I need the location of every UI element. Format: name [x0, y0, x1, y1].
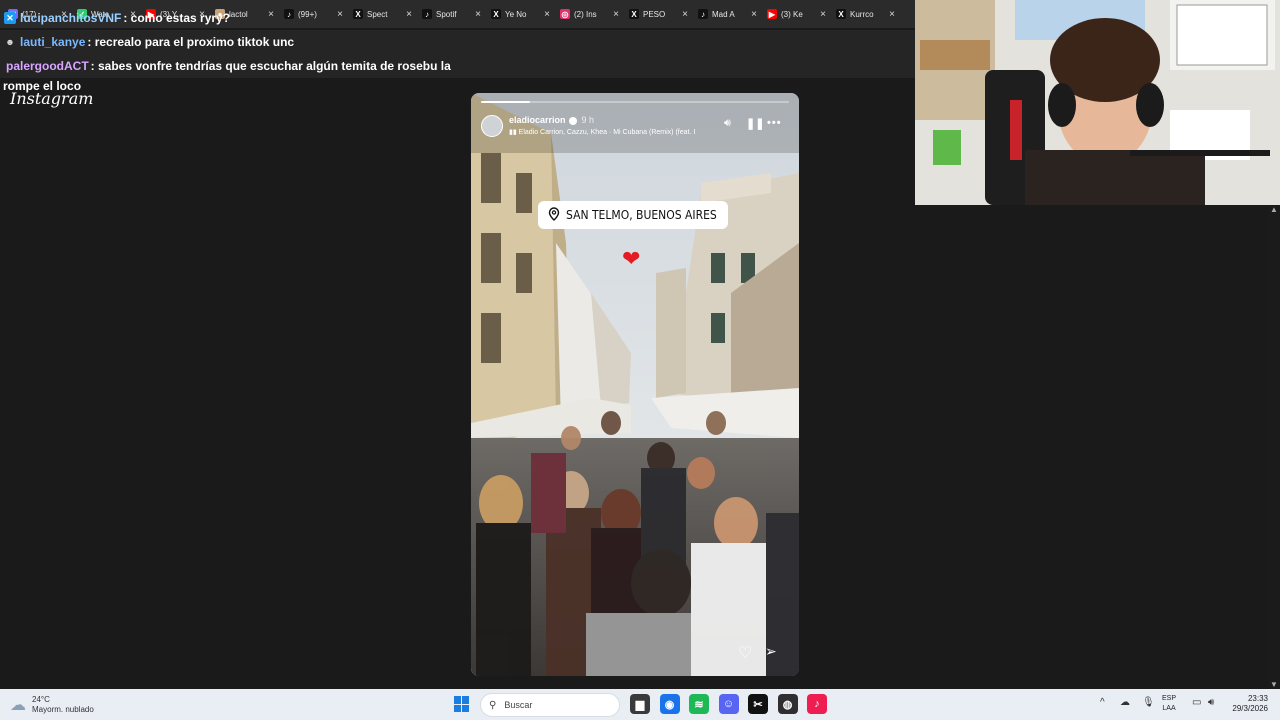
chat-username: palergoodACT [6, 59, 89, 73]
chrome-icon[interactable]: ◉ [659, 694, 680, 714]
story-song-text: Eladio Carrion, Cazzu, Khea · Mi Cubana … [518, 129, 696, 136]
avatar[interactable] [481, 115, 503, 137]
verified-icon [568, 116, 577, 125]
taskbar-search[interactable]: ⚲ Buscar [480, 693, 620, 717]
instagram-logo[interactable]: Instagram [10, 89, 93, 108]
microphone-icon[interactable]: 🎙︎ [1142, 697, 1155, 708]
chat-message: palergoodACT : sabes vonfre tendrías que… [0, 54, 915, 78]
clock-time: 23:33 [1247, 694, 1268, 703]
cloud-off-icon[interactable]: ☁ [1120, 697, 1130, 708]
weather-desc: Mayorm. nublado [32, 705, 94, 714]
instagram-story[interactable]: eladiocarrion 9 h ▮▮ Eladio Carrion, Cazz… [471, 93, 799, 676]
heart-sticker-icon: ❤ [622, 246, 641, 271]
send-icon[interactable]: ➢ [765, 643, 777, 660]
twitter-icon: ✕ [4, 12, 16, 24]
discord-icon[interactable]: ☺ [718, 694, 739, 714]
chat-text: : recrealo para el proximo tiktok unc [87, 35, 295, 49]
chat-message: ☻ lauti_kanye : recrealo para el proximo… [0, 30, 915, 54]
clock[interactable]: 23:33 29/3/2026 [1222, 694, 1268, 714]
clock-date: 29/3/2026 [1232, 704, 1268, 713]
chat-username: lauti_kanye [20, 35, 86, 49]
weather-widget[interactable]: ☁ 24°C Mayorm. nublado [10, 693, 94, 717]
scroll-up-icon[interactable]: ▲ [1270, 205, 1278, 214]
story-time: 9 h [581, 115, 595, 125]
search-placeholder: Buscar [504, 700, 533, 710]
story-progress-fill [481, 101, 531, 103]
obs-icon[interactable]: ◍ [777, 694, 798, 714]
story-progress-bar [481, 101, 789, 103]
story-header: eladiocarrion 9 h ▮▮ Eladio Carrion, Cazz… [481, 113, 789, 143]
story-username[interactable]: eladiocarrion [509, 115, 566, 125]
chat-text: : sabes vonfre tendrías que escuchar alg… [90, 59, 451, 73]
spotify-icon[interactable]: ≋ [689, 694, 709, 714]
street-photo [471, 93, 799, 676]
webcam-feed [915, 0, 1280, 205]
capcut-icon[interactable]: ✂ [748, 694, 768, 714]
weather-temp: 24°C [32, 695, 50, 704]
chat-message: ✕ lucipanchitosVNF : como estas ryry? [0, 6, 915, 30]
pause-icon[interactable]: ❚❚ [746, 117, 764, 130]
chevron-up-icon[interactable]: ^ [1100, 697, 1105, 708]
stream-chat-overlay: ✕ lucipanchitosVNF : como estas ryry? ☻ … [0, 0, 915, 80]
location-pin-icon [548, 206, 560, 224]
search-icon: ⚲ [489, 699, 497, 711]
location-sticker[interactable]: SAN TELMO, BUENOS AIRES [538, 201, 728, 229]
chat-text: : como estas ryry? [123, 11, 231, 25]
location-text: SAN TELMO, BUENOS AIRES [566, 208, 717, 222]
chat-username: lucipanchitosVNF [20, 11, 122, 25]
music-bars-icon: ▮▮ [509, 129, 519, 136]
tiktok-icon[interactable]: ♪ [807, 694, 827, 714]
network-icon[interactable]: ▭ [1192, 697, 1201, 708]
cloud-icon: ☁ [10, 697, 26, 714]
story-song[interactable]: ▮▮ Eladio Carrion, Cazzu, Khea · Mi Cuba… [509, 128, 714, 136]
more-options-icon[interactable]: ••• [767, 117, 782, 129]
language-indicator[interactable]: ESP LAA [1162, 694, 1176, 714]
windows-start-icon[interactable] [454, 696, 470, 712]
windows-taskbar: ☁ 24°C Mayorm. nublado ⚲ Buscar ▆ ◉ ≋ ☺ ✂ ◍ ♪ … [0, 689, 1280, 720]
page-scrollbar[interactable]: ▲ ▼ [1268, 205, 1280, 689]
scroll-down-icon[interactable]: ▼ [1270, 680, 1278, 689]
lang-bottom: LAA [1162, 705, 1176, 712]
volume-icon[interactable]: 🔊︎ [724, 117, 731, 130]
speaker-icon[interactable]: 🔊︎ [1208, 697, 1214, 708]
emote-icon: ☻ [5, 37, 15, 47]
story-user-line: eladiocarrion 9 h [509, 115, 594, 125]
screen: ✉(17)×✓Watc×▶(3) Y×●lactol×♪(99+)×XSpect… [0, 0, 1280, 720]
like-heart-icon[interactable]: ♡ [738, 643, 752, 663]
lang-top: ESP [1162, 695, 1177, 702]
file-explorer-icon[interactable]: ▆ [630, 694, 650, 714]
